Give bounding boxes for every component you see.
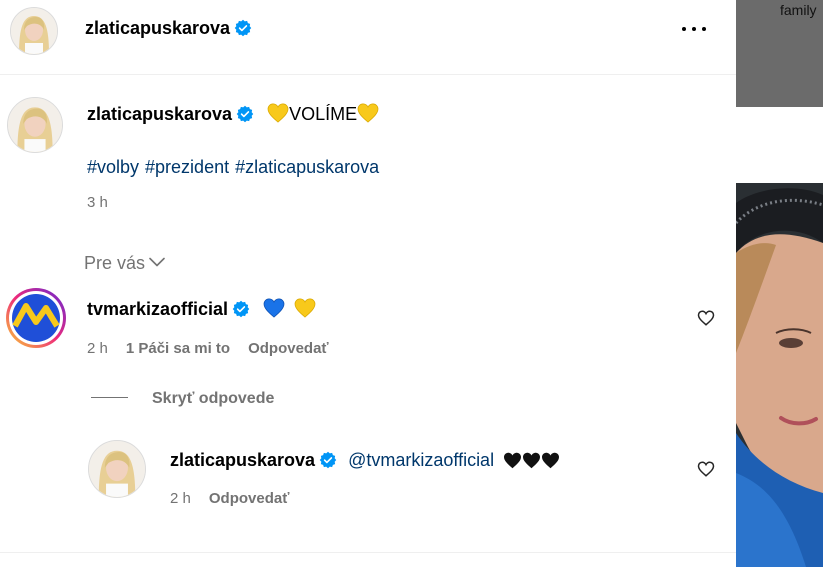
side-panel-top-label: family — [780, 2, 817, 18]
comment-meta: 2 h 1 Páči sa mi to Odpovedať — [87, 340, 329, 357]
header-avatar[interactable] — [10, 7, 58, 55]
mention-link[interactable]: @tvmarkizaofficial — [348, 450, 494, 470]
post-comments-panel: zlaticapuskarova zlaticapuskarova VOLÍME… — [0, 0, 736, 567]
woman-avatar-icon — [11, 8, 57, 54]
markiza-logo-icon — [9, 291, 63, 345]
header-username[interactable]: zlaticapuskarova — [85, 18, 252, 39]
caption-line: zlaticapuskarova VOLÍME — [87, 103, 379, 125]
comment-line: tvmarkizaofficial — [87, 298, 316, 320]
portrait-photo-icon — [736, 183, 823, 567]
black-heart-icon — [541, 452, 560, 469]
verified-icon — [234, 19, 252, 37]
sort-dropdown[interactable]: Pre vás — [84, 251, 165, 274]
caption-avatar[interactable] — [7, 97, 63, 153]
hide-replies-label: Skryť odpovede — [152, 390, 275, 407]
verified-icon — [236, 105, 254, 123]
blue-heart-icon — [263, 298, 285, 318]
more-options-button[interactable] — [680, 18, 708, 40]
like-heart-icon[interactable] — [697, 460, 715, 478]
verified-icon — [319, 451, 337, 469]
black-heart-icon — [503, 452, 522, 469]
side-panel: family — [736, 0, 823, 567]
black-heart-icon — [522, 452, 541, 469]
side-panel-gap — [736, 107, 823, 183]
yellow-heart-icon — [267, 103, 289, 123]
hashtag-link[interactable]: #zlaticapuskarova — [235, 157, 379, 177]
chevron-down-icon — [149, 251, 165, 267]
reply-button[interactable]: Odpovedať — [209, 490, 290, 507]
caption-text: VOLÍME — [289, 104, 358, 124]
reply-avatar[interactable] — [88, 440, 146, 498]
yellow-heart-icon — [294, 298, 316, 318]
yellow-heart-icon — [357, 103, 379, 123]
woman-avatar-icon — [89, 441, 145, 497]
side-panel-photo[interactable] — [736, 183, 823, 567]
reply-line: zlaticapuskarova @tvmarkizaofficial — [170, 450, 560, 471]
header-divider — [0, 74, 736, 75]
hashtag-link[interactable]: #volby — [87, 157, 139, 177]
caption-hashtags: #volby #prezident #zlaticapuskarova — [87, 157, 385, 178]
comment-likes-link[interactable]: 1 Páči sa mi to — [126, 340, 230, 357]
verified-icon — [232, 300, 250, 318]
replies-divider-line — [91, 397, 128, 398]
bottom-divider — [0, 552, 736, 553]
comment-avatar[interactable] — [6, 288, 66, 348]
hashtag-link[interactable]: #prezident — [145, 157, 229, 177]
reply-username[interactable]: zlaticapuskarova — [170, 450, 315, 470]
comment-time: 2 h — [87, 340, 108, 357]
sort-label: Pre vás — [84, 253, 146, 273]
reply-meta: 2 h Odpovedať — [170, 490, 289, 507]
reply-button[interactable]: Odpovedať — [248, 340, 329, 357]
reply-time: 2 h — [170, 490, 191, 507]
caption-time: 3 h — [87, 194, 108, 211]
caption-username[interactable]: zlaticapuskarova — [87, 104, 232, 124]
woman-avatar-icon — [8, 98, 62, 152]
like-heart-icon[interactable] — [697, 309, 715, 327]
hide-replies-button[interactable]: Skryť odpovede — [91, 390, 274, 408]
header-username-text[interactable]: zlaticapuskarova — [85, 18, 230, 38]
comment-username[interactable]: tvmarkizaofficial — [87, 299, 228, 319]
